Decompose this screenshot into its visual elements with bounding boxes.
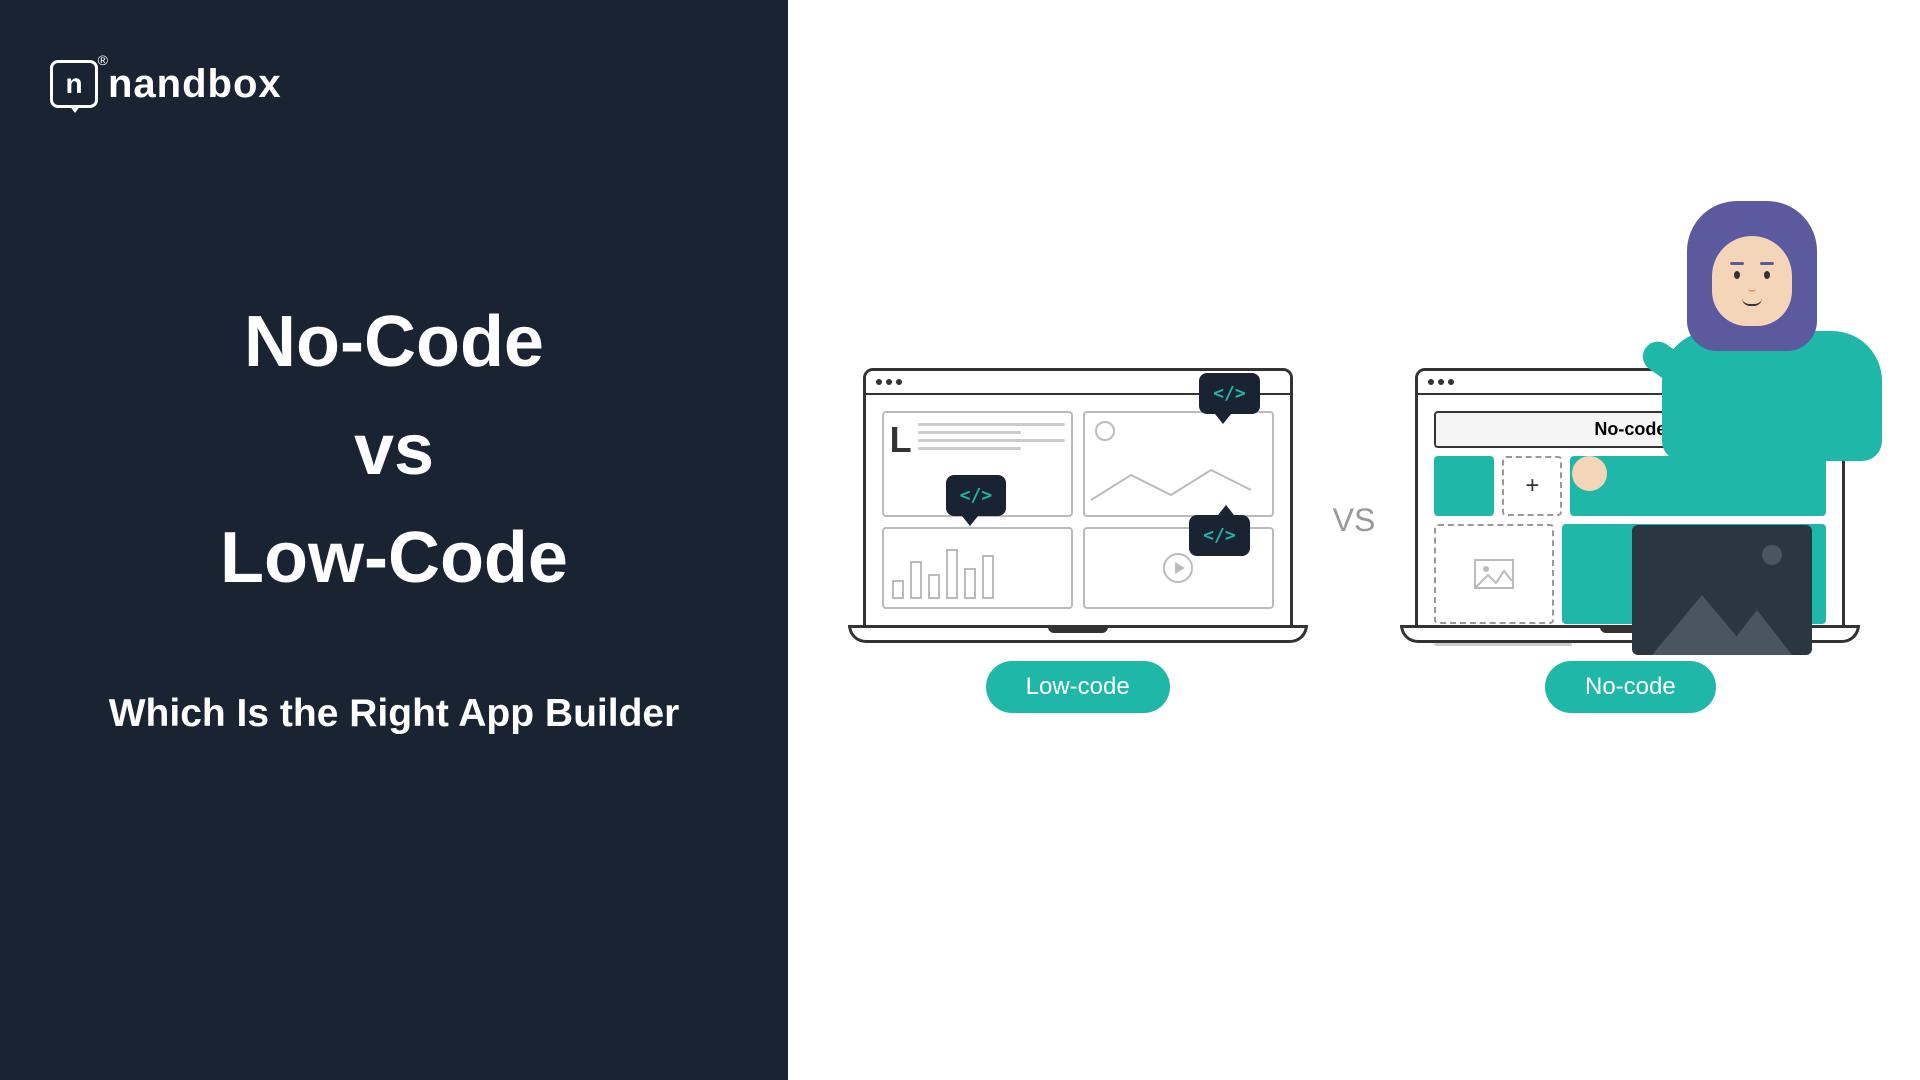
lowcode-section: L	[863, 368, 1293, 713]
letter-L: L	[890, 419, 912, 509]
title-line-3: Low-Code	[50, 504, 738, 612]
nocode-laptop: No-code +	[1415, 368, 1845, 643]
logo-letter: n	[65, 68, 82, 100]
chart-block-icon	[1083, 411, 1274, 517]
person-illustration	[1622, 201, 1882, 521]
slide-container: n ® nandbox No-Code vs Low-Code Which Is…	[0, 0, 1920, 1080]
nocode-section: No-code +	[1415, 368, 1845, 713]
window-dot-icon	[1448, 379, 1454, 385]
logo-icon: n ®	[50, 60, 98, 108]
code-bubble-icon: </>	[1189, 515, 1250, 556]
lowcode-screen-content: L	[866, 395, 1290, 625]
vs-separator: VS	[1333, 502, 1376, 539]
title-section: No-Code vs Low-Code Which Is the Right A…	[50, 288, 738, 736]
window-dot-icon	[876, 379, 882, 385]
registered-mark: ®	[98, 52, 108, 68]
content-block-icon	[1434, 456, 1494, 516]
add-block-icon: +	[1502, 456, 1562, 516]
left-panel: n ® nandbox No-Code vs Low-Code Which Is…	[0, 0, 788, 1080]
title-line-1: No-Code	[50, 288, 738, 396]
window-dot-icon	[886, 379, 892, 385]
right-panel: L	[788, 0, 1920, 1080]
image-slot-icon	[1434, 524, 1554, 624]
nocode-label: No-code	[1545, 661, 1716, 713]
bar-chart-icon	[882, 527, 1073, 609]
code-bubble-icon: </>	[946, 475, 1007, 516]
brand-name: nandbox	[108, 62, 282, 107]
brand-logo: n ® nandbox	[50, 60, 738, 108]
title-line-2: vs	[50, 396, 738, 504]
window-dot-icon	[1428, 379, 1434, 385]
laptop-base	[848, 625, 1308, 643]
window-dot-icon	[896, 379, 902, 385]
code-bubble-icon: </>	[1199, 373, 1260, 414]
subtitle: Which Is the Right App Builder	[50, 692, 738, 736]
dragged-image-icon	[1632, 525, 1812, 655]
lowcode-label: Low-code	[986, 661, 1170, 713]
lowcode-laptop: L	[863, 368, 1293, 643]
window-dot-icon	[1438, 379, 1444, 385]
main-title: No-Code vs Low-Code	[50, 288, 738, 612]
